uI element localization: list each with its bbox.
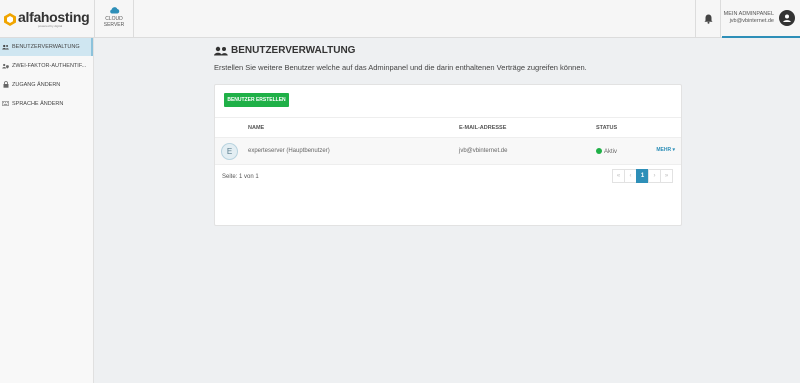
- sidebar-item-benutzerverwaltung[interactable]: BENUTZERVERWALTUNG: [0, 38, 93, 56]
- status-badge: Aktiv: [596, 148, 617, 155]
- avatar: E: [221, 143, 238, 160]
- logo-subtext: powered by digital: [38, 23, 63, 28]
- sidebar: BENUTZERVERWALTUNG ZWEI-FAKTOR-AUTHENTIF…: [0, 38, 94, 383]
- table-row[interactable]: E experteserver (Hauptbenutzer) jvb@vbin…: [215, 137, 681, 165]
- column-header-status[interactable]: STATUS: [596, 125, 617, 131]
- account-email: jvb@vbinternet.de: [729, 18, 774, 24]
- sidebar-item-zugang-aendern[interactable]: ZUGANG ÄNDERN: [0, 75, 93, 94]
- user-circle-icon[interactable]: [779, 10, 795, 26]
- account-menu[interactable]: MEIN ADMINPANEL jvb@vbinternet.de: [722, 0, 800, 38]
- column-header-name[interactable]: NAME: [248, 125, 264, 131]
- user-email: jvb@vbinternet.de: [459, 148, 508, 154]
- status-dot-icon: [596, 148, 602, 154]
- account-title: MEIN ADMINPANEL: [723, 11, 774, 17]
- alfahosting-logo-icon: [4, 12, 16, 26]
- sidebar-item-zwei-faktor[interactable]: ZWEI-FAKTOR-AUTHENTIF...: [0, 56, 93, 75]
- top-bar: alfahosting powered by digital CLOUD SER…: [0, 0, 800, 38]
- pagination-last-button[interactable]: »: [660, 169, 673, 183]
- column-header-email[interactable]: E-MAIL-ADRESSE: [459, 125, 506, 131]
- lock-icon: [2, 81, 9, 88]
- create-user-button[interactable]: BENUTZER ERSTELLEN: [224, 93, 289, 107]
- bell-icon: [704, 14, 712, 24]
- main-content: BENUTZERVERWALTUNG Erstellen Sie weitere…: [94, 38, 800, 383]
- more-dropdown-button[interactable]: MEHR ▾: [656, 147, 675, 153]
- cloud-server-tab[interactable]: CLOUD SERVER: [94, 0, 134, 38]
- keyboard-icon: [2, 100, 9, 107]
- users-icon: [2, 44, 9, 51]
- user-shield-icon: [2, 62, 9, 69]
- user-name: experteserver (Hauptbenutzer): [248, 148, 330, 154]
- logo[interactable]: alfahosting powered by digital: [0, 0, 94, 38]
- sidebar-item-label: SPRACHE ÄNDERN: [12, 100, 64, 107]
- notifications-button[interactable]: [695, 0, 721, 38]
- cloud-icon: [109, 7, 119, 14]
- table-header: NAME E-MAIL-ADRESSE STATUS: [215, 117, 681, 137]
- sidebar-item-label: ZWEI-FAKTOR-AUTHENTIF...: [12, 62, 87, 69]
- pagination-label: Seite: 1 von 1: [222, 174, 259, 180]
- page-title-text: BENUTZERVERWALTUNG: [231, 45, 356, 56]
- cloud-tab-label-line2: SERVER: [103, 22, 125, 28]
- page-description: Erstellen Sie weitere Benutzer welche au…: [214, 63, 587, 72]
- logo-text: alfahosting: [18, 8, 90, 25]
- sidebar-item-label: BENUTZERVERWALTUNG: [12, 44, 80, 50]
- page-title: BENUTZERVERWALTUNG: [214, 45, 355, 56]
- users-card: BENUTZER ERSTELLEN NAME E-MAIL-ADRESSE S…: [214, 84, 682, 226]
- sidebar-item-sprache-aendern[interactable]: SPRACHE ÄNDERN: [0, 94, 93, 113]
- users-icon: [214, 46, 228, 55]
- sidebar-item-label: ZUGANG ÄNDERN: [12, 81, 61, 88]
- pagination: « ‹ 1 › »: [612, 169, 673, 183]
- status-text: Aktiv: [604, 149, 618, 155]
